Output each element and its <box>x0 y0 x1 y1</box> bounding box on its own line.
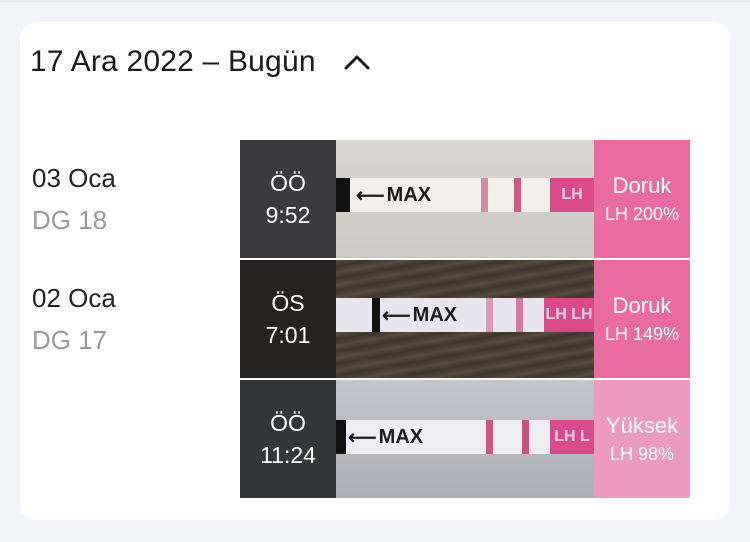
test-strip-photo: ⟵ MAX LH L <box>336 380 594 498</box>
arrow-left-icon: ⟵ <box>348 426 377 449</box>
test-entry[interactable]: ÖÖ 9:52 ⟵ MAX LH Doruk LH 200% <box>240 140 690 258</box>
period-header[interactable]: 17 Ara 2022 – Bugün <box>30 42 372 82</box>
test-strip: ⟵ MAX LH L <box>336 420 594 454</box>
arrow-left-icon: ⟵ <box>356 184 385 207</box>
time-value: 7:01 <box>265 322 311 348</box>
period-title: 17 Ara 2022 – Bugün <box>30 45 316 78</box>
test-entry[interactable]: ÖS 7:01 ⟵ MAX LH LH Doruk LH 149% <box>240 260 690 378</box>
time-cell: ÖÖ 9:52 <box>240 140 336 258</box>
test-line <box>522 420 529 454</box>
lh-percent: LH 98% <box>609 444 675 464</box>
arrow-left-icon: ⟵ <box>382 304 411 327</box>
top-divider <box>0 0 750 2</box>
test-line <box>514 178 521 212</box>
day-group: 02 Oca DG 17 <box>32 280 116 358</box>
strip-max-label: ⟵ MAX <box>356 183 432 207</box>
lh-percent: LH 149% <box>604 324 680 344</box>
time-cell: ÖÖ 11:24 <box>240 380 336 498</box>
time-period: ÖÖ <box>270 170 306 196</box>
lh-percent: LH 200% <box>604 204 680 224</box>
test-entry[interactable]: ÖÖ 11:24 ⟵ MAX LH L Yüksek LH 98% <box>240 380 690 498</box>
strip-tab: LH <box>550 178 594 212</box>
control-line <box>486 420 493 454</box>
result-cell: Doruk LH 200% <box>594 140 690 258</box>
cycle-day: DG 17 <box>32 325 108 355</box>
day-date: 03 Oca <box>32 163 116 193</box>
result-cell: Yüksek LH 98% <box>594 380 690 498</box>
strip-handle <box>372 298 380 332</box>
strip-tab: LH L <box>550 420 594 454</box>
time-value: 9:52 <box>265 202 311 228</box>
strip-handle <box>336 420 346 454</box>
time-value: 11:24 <box>260 442 316 468</box>
result-label: Yüksek <box>605 413 679 438</box>
day-group: 03 Oca DG 18 <box>32 160 116 238</box>
chevron-up-icon[interactable] <box>342 47 372 77</box>
time-period: ÖÖ <box>270 410 306 436</box>
result-label: Doruk <box>612 293 672 318</box>
strip-max-label: ⟵ MAX <box>348 425 424 449</box>
test-strip-photo: ⟵ MAX LH LH <box>336 260 594 378</box>
control-line <box>481 178 488 212</box>
strip-max-label: ⟵ MAX <box>382 303 458 327</box>
day-date: 02 Oca <box>32 283 116 313</box>
strip-handle <box>336 178 350 212</box>
cycle-day: DG 18 <box>32 205 108 235</box>
control-line <box>486 298 493 332</box>
test-strip-photo: ⟵ MAX LH <box>336 140 594 258</box>
test-strip: ⟵ MAX LH LH <box>336 298 594 332</box>
result-cell: Doruk LH 149% <box>594 260 690 378</box>
strip-tab: LH LH <box>544 298 594 332</box>
test-line <box>516 298 523 332</box>
time-cell: ÖS 7:01 <box>240 260 336 378</box>
test-strip: ⟵ MAX LH <box>336 178 594 212</box>
result-label: Doruk <box>612 173 672 198</box>
time-period: ÖS <box>271 290 305 316</box>
